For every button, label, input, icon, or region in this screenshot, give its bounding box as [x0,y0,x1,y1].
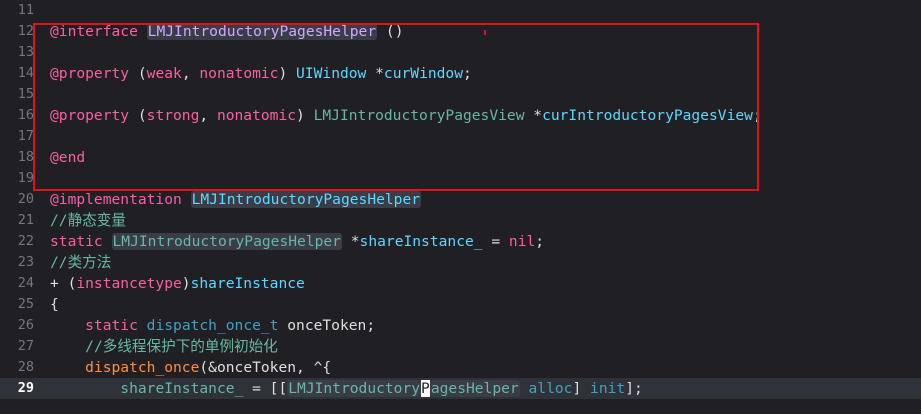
line-number: 11 [17,2,34,18]
code-token: shareInstance_ [120,380,244,397]
code-line-24[interactable]: 24 + (instancetype)shareInstance [0,273,921,294]
code-token: * [341,233,360,250]
line-number: 26 [17,317,34,333]
code-line-27[interactable]: 27 //多线程保护下的单例初始化 [0,336,921,357]
code-token: onceToken; [278,317,376,334]
code-line-11[interactable]: 11 [0,0,921,21]
code-token: static [50,233,103,250]
code-token: (&onceToken, ^{ [199,359,332,376]
line-number: 15 [17,86,34,102]
line-number: 13 [17,44,34,60]
code-text: static dispatch_once_t onceToken; [50,315,375,336]
code-token: agesHelper [429,380,520,397]
line-number: 19 [17,170,34,186]
code-text: { [50,294,59,315]
code-token: ]; [625,380,643,397]
line-number: 12 [17,23,34,39]
code-line-29[interactable]: 29 shareInstance_ = [[LMJIntroductoryPag… [0,378,921,399]
code-token: @implementation [50,191,182,208]
line-number: 23 [17,254,34,270]
red-mark [484,30,486,35]
code-text: shareInstance_ = [[LMJIntroductoryPagesH… [50,378,643,399]
code-line-28[interactable]: 28 dispatch_once(&onceToken, ^{ [0,357,921,378]
code-token: LMJIntroductoryPagesHelper [111,233,342,250]
code-line-21[interactable]: 21 //静态变量 [0,210,921,231]
code-token: = [482,233,509,250]
line-number: 14 [17,65,34,81]
code-token: //多线程保护下的单例初始化 [85,338,278,355]
code-line-26[interactable]: 26 static dispatch_once_t onceToken; [0,315,921,336]
line-number: 22 [17,233,34,249]
code-text: dispatch_once(&onceToken, ^{ [50,357,331,378]
line-number: 21 [17,212,34,228]
code-token: ] [572,380,591,397]
line-number: 24 [17,275,34,291]
code-token: ) [181,275,191,292]
code-token: instancetype [76,275,182,292]
code-token: shareInstance_ [359,233,483,250]
code-token: = [[ [243,380,288,397]
code-text: @implementation LMJIntroductoryPagesHelp… [50,189,422,210]
code-token: init [590,380,626,397]
line-number: 17 [17,128,34,144]
line-number: 28 [17,359,34,375]
code-text: //类方法 [50,252,111,273]
code-token: + ( [50,275,77,292]
code-token: ; [535,233,545,250]
code-token: alloc [528,380,573,397]
code-line-23[interactable]: 23 //类方法 [0,252,921,273]
code-text: static LMJIntroductoryPagesHelper *share… [50,231,544,252]
line-number: 27 [17,338,34,354]
code-token: shareInstance [190,275,305,292]
code-line-20[interactable]: 20 @implementation LMJIntroductoryPagesHe… [0,189,921,210]
code-token: //静态变量 [50,212,126,229]
code-token: dispatch_once [85,359,200,376]
line-number: 20 [17,191,34,207]
code-token: { [50,296,59,313]
red-highlight-box [33,23,759,191]
code-line-25[interactable]: 25 { [0,294,921,315]
line-number: 25 [17,296,34,312]
code-text: + (instancetype)shareInstance [50,273,305,294]
code-text: //静态变量 [50,210,126,231]
line-number: 29 [17,380,34,396]
text-cursor: P [421,380,430,397]
code-token: dispatch_once_t [146,317,279,334]
code-token: static [85,317,138,334]
code-text: //多线程保护下的单例初始化 [50,336,278,357]
code-line-22[interactable]: 22 static LMJIntroductoryPagesHelper *sha… [0,231,921,252]
code-token: //类方法 [50,254,112,271]
line-number: 18 [17,149,34,165]
code-token: LMJIntroductoryPagesHelper [190,191,422,208]
code-token: nil [508,233,536,250]
code-token: LMJIntroductory [287,380,422,397]
line-number: 16 [17,107,34,123]
